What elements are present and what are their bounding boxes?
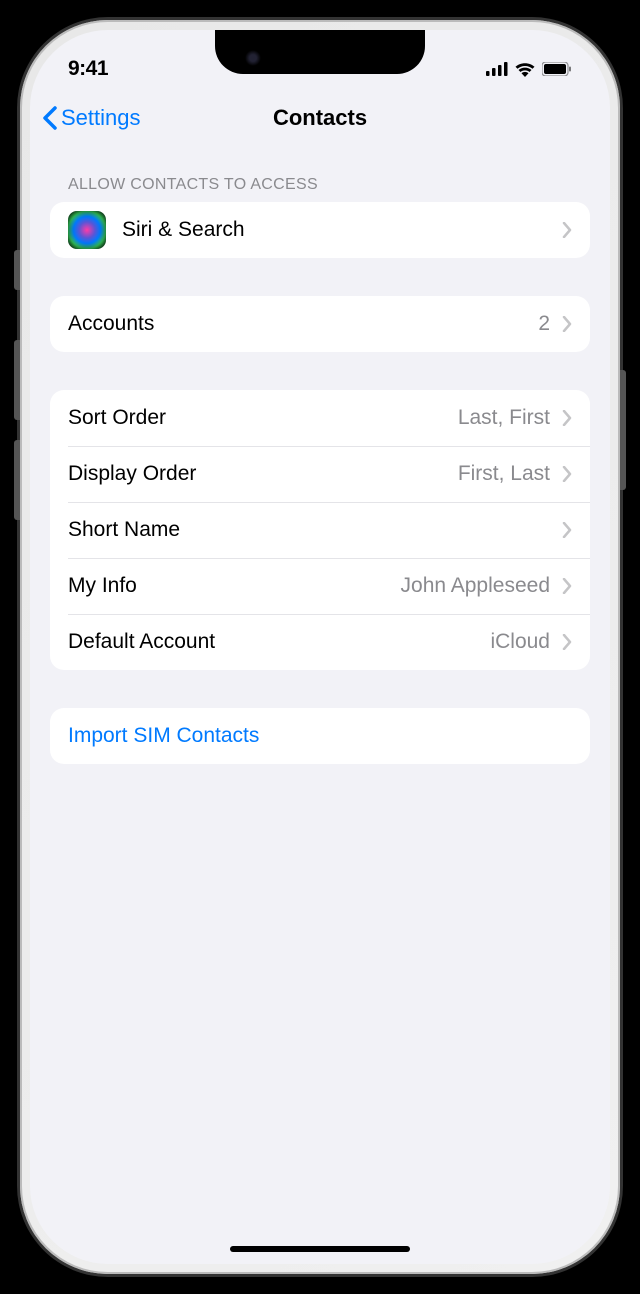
default-account-label: Default Account (68, 630, 490, 654)
row-accounts[interactable]: Accounts 2 (50, 296, 590, 352)
sort-order-label: Sort Order (68, 406, 458, 430)
section-header-access: ALLOW CONTACTS TO ACCESS (50, 146, 590, 202)
row-sort-order[interactable]: Sort Order Last, First (50, 390, 590, 446)
chevron-right-icon (562, 222, 572, 238)
siri-icon (68, 211, 106, 249)
wifi-icon (515, 62, 535, 77)
row-default-account[interactable]: Default Account iCloud (50, 614, 590, 670)
my-info-label: My Info (68, 574, 401, 598)
chevron-right-icon (562, 316, 572, 332)
row-siri-search[interactable]: Siri & Search (50, 202, 590, 258)
sort-order-value: Last, First (458, 406, 550, 430)
import-sim-label: Import SIM Contacts (68, 724, 572, 748)
display-order-label: Display Order (68, 462, 458, 486)
chevron-left-icon (42, 106, 57, 130)
settings-content: ALLOW CONTACTS TO ACCESS Siri & Search A… (30, 146, 610, 764)
siri-search-label: Siri & Search (122, 218, 562, 242)
accounts-value: 2 (538, 312, 550, 336)
chevron-right-icon (562, 410, 572, 426)
my-info-value: John Appleseed (401, 574, 550, 598)
status-time: 9:41 (68, 57, 108, 81)
front-camera (245, 50, 261, 66)
group-import: Import SIM Contacts (50, 708, 590, 764)
row-display-order[interactable]: Display Order First, Last (50, 446, 590, 502)
back-button[interactable]: Settings (42, 105, 141, 131)
navigation-bar: Settings Contacts (30, 90, 610, 146)
back-label: Settings (61, 105, 141, 131)
status-indicators (486, 62, 572, 77)
screen: 9:41 Settings Contacts ALLOW CONT (30, 30, 610, 1264)
page-title: Contacts (273, 105, 367, 131)
home-indicator[interactable] (230, 1246, 410, 1252)
display-order-value: First, Last (458, 462, 550, 486)
default-account-value: iCloud (490, 630, 550, 654)
chevron-right-icon (562, 466, 572, 482)
chevron-right-icon (562, 578, 572, 594)
volume-down-button (14, 440, 20, 520)
cellular-signal-icon (486, 62, 508, 76)
row-short-name[interactable]: Short Name (50, 502, 590, 558)
power-button (620, 370, 626, 490)
mute-switch (14, 250, 20, 290)
accounts-label: Accounts (68, 312, 538, 336)
group-accounts: Accounts 2 (50, 296, 590, 352)
group-display-settings: Sort Order Last, First Display Order Fir… (50, 390, 590, 670)
group-access: Siri & Search (50, 202, 590, 258)
row-my-info[interactable]: My Info John Appleseed (50, 558, 590, 614)
battery-icon (542, 62, 572, 76)
volume-up-button (14, 340, 20, 420)
chevron-right-icon (562, 522, 572, 538)
short-name-label: Short Name (68, 518, 562, 542)
chevron-right-icon (562, 634, 572, 650)
phone-frame: 9:41 Settings Contacts ALLOW CONT (20, 20, 620, 1274)
row-import-sim[interactable]: Import SIM Contacts (50, 708, 590, 764)
